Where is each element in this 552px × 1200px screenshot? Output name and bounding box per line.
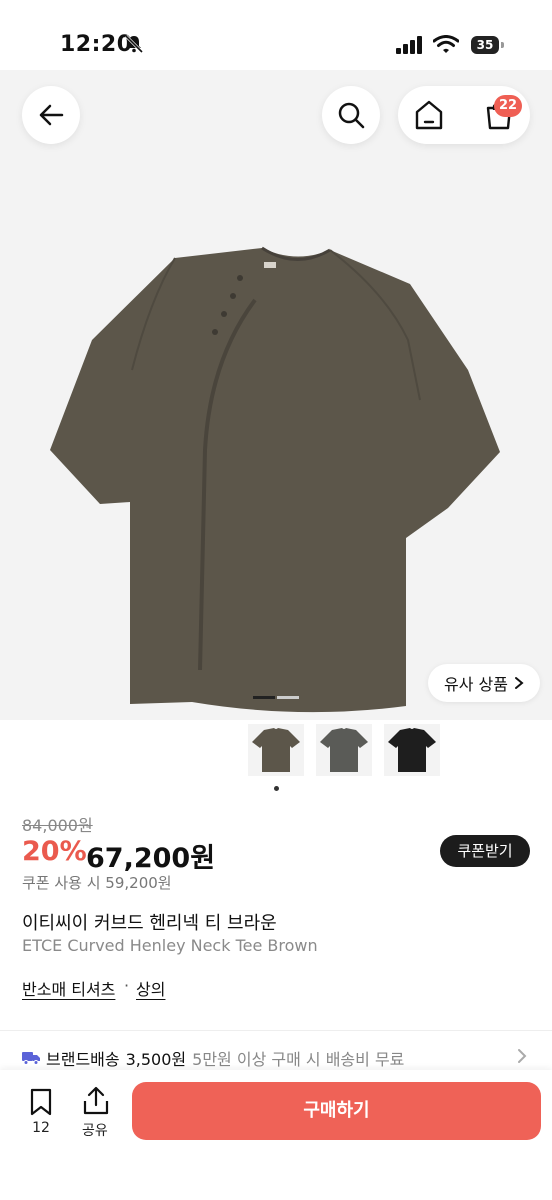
color-thumbnail-black[interactable] xyxy=(384,724,440,776)
bookmark-button[interactable] xyxy=(28,1088,54,1120)
buy-button[interactable]: 구매하기 xyxy=(132,1082,541,1140)
gallery-indicator xyxy=(277,696,299,699)
tshirt-thumbnail xyxy=(388,728,436,772)
product-title-en: ETCE Curved Henley Neck Tee Brown xyxy=(22,936,318,955)
cart-count-badge: 22 xyxy=(494,95,522,117)
gallery-indicator-active xyxy=(253,696,275,699)
product-title: 이티씨이 커브드 헨리넥 티 브라운 xyxy=(22,913,277,934)
category-link-short-sleeve[interactable]: 반소매 티셔츠 xyxy=(22,976,115,1000)
chevron-right-icon xyxy=(518,1049,527,1063)
selected-thumbnail-indicator xyxy=(274,786,279,791)
share-label: 공유 xyxy=(82,1123,108,1139)
shipping-info-row[interactable]: 브랜드배송 3,500원 5만원 이상 구매 시 배송비 무료 xyxy=(22,1046,404,1070)
wifi-icon xyxy=(433,35,459,53)
original-price: 84,000원 xyxy=(22,816,93,835)
chevron-right-icon xyxy=(514,677,524,689)
truck-icon xyxy=(22,1052,40,1065)
tshirt-thumbnail xyxy=(252,728,300,772)
divider xyxy=(0,1030,552,1031)
signal-icon xyxy=(396,36,422,54)
bookmark-icon xyxy=(30,1088,52,1116)
tshirt-image xyxy=(50,246,500,713)
coupon-button[interactable]: 쿠폰받기 xyxy=(440,835,530,867)
product-image-gallery[interactable] xyxy=(0,70,552,720)
search-icon xyxy=(338,102,365,129)
search-button[interactable] xyxy=(322,86,380,144)
share-icon xyxy=(83,1086,109,1115)
similar-products-button[interactable]: 유사 상품 xyxy=(428,664,540,702)
battery-icon: 35 xyxy=(471,36,499,54)
tshirt-thumbnail xyxy=(320,728,368,772)
bell-muted-icon xyxy=(124,34,144,54)
color-thumbnail-brown[interactable] xyxy=(248,724,304,776)
coupon-price-text: 쿠폰 사용 시 59,200원 xyxy=(22,874,172,892)
shipping-fee: 3,500원 xyxy=(125,1050,187,1069)
shipping-note: 5만원 이상 구매 시 배송비 무료 xyxy=(192,1050,405,1069)
category-separator: · xyxy=(124,976,130,995)
arrow-left-icon xyxy=(39,104,64,126)
category-link-tops[interactable]: 상의 xyxy=(136,976,165,1000)
similar-products-label: 유사 상품 xyxy=(444,675,508,694)
status-time: 12:20 xyxy=(60,32,133,57)
share-button[interactable] xyxy=(82,1086,110,1120)
current-price: 67,200원 xyxy=(86,843,216,874)
home-button[interactable] xyxy=(412,98,446,136)
battery-tip xyxy=(501,42,504,48)
home-icon xyxy=(415,100,443,130)
bookmark-count: 12 xyxy=(32,1120,50,1136)
shipping-label: 브랜드배송 xyxy=(46,1050,120,1069)
discount-rate: 20% xyxy=(22,836,87,867)
color-thumbnail-charcoal[interactable] xyxy=(316,724,372,776)
back-button[interactable] xyxy=(22,86,80,144)
